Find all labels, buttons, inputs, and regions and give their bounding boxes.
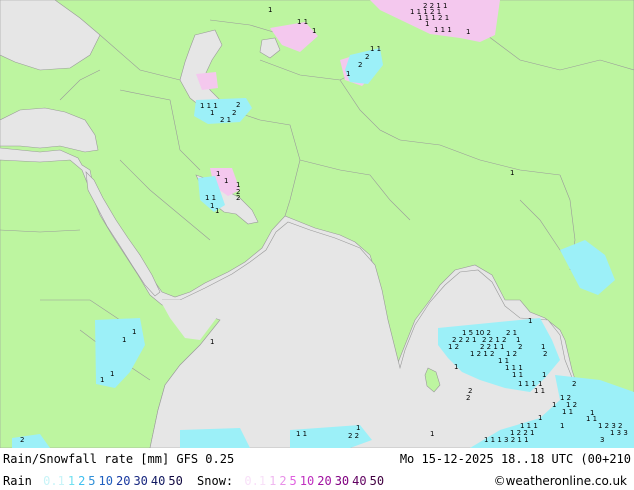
precip-value-label: 1 <box>210 202 214 210</box>
precip-value-label: 1 1 1 <box>200 102 218 110</box>
precip-value-label: 1 <box>100 376 104 384</box>
precip-value-label: 1 1 1 <box>434 26 452 34</box>
precip-value-label: 1 1 <box>297 18 308 26</box>
rain-legend-value: 20 <box>115 474 131 488</box>
precip-value-label: 1 <box>356 424 360 432</box>
precip-value-label: 1 <box>425 20 429 28</box>
rain-legend-value: 40 <box>150 474 166 488</box>
precip-value-label: 1 <box>224 177 228 185</box>
rain-legend-values: 0.1 1 2 5 10 20 30 40 50 <box>43 474 186 488</box>
snow-legend-value: 50 <box>369 474 385 488</box>
rain-legend-value: 50 <box>168 474 183 488</box>
precip-value-label: 1 <box>542 371 546 379</box>
precip-value-label: 1 <box>528 317 532 325</box>
rain-legend-value: 2 <box>78 474 86 488</box>
snow-legend-value: 0.1 <box>244 474 267 488</box>
snow-legend-value: 2 <box>279 474 287 488</box>
precip-value-label: 3 <box>600 436 604 444</box>
precip-value-label: 1 <box>312 27 316 35</box>
precip-value-label: 1 <box>552 401 556 409</box>
precip-value-label: 2 <box>365 53 369 61</box>
rain-legend-value: 30 <box>133 474 148 488</box>
precip-value-label: 1 1 <box>586 415 597 423</box>
precip-value-label: 1 <box>216 170 220 178</box>
rain-legend-value: 1 <box>67 474 76 488</box>
precip-value-label: 1 <box>110 370 114 378</box>
precip-value-label: 1 1 1 2 1 <box>418 14 449 22</box>
precip-value-label: 1 <box>210 109 214 117</box>
precip-value-label: 1 <box>430 430 434 438</box>
precip-value-label: 2 <box>20 436 24 444</box>
precip-value-label: 1 3 3 <box>610 429 628 437</box>
precip-value-label: 1 1 <box>205 194 216 202</box>
precip-value-label: 1 <box>560 422 564 430</box>
precip-value-label: 1 2 1 2 <box>470 350 495 358</box>
precip-value-label: 1 <box>215 207 219 215</box>
precip-value-label: 1 <box>210 338 214 346</box>
weather-map: 11 112 2 1 11 1 1 2 11 1 1 2 111 1 111 1… <box>0 0 634 448</box>
credit-link[interactable]: ©weatheronline.co.uk <box>494 474 627 488</box>
precip-value-label: 2 2 <box>348 432 359 440</box>
map-canvas: 11 112 2 1 11 1 1 2 11 1 1 2 111 1 1 11 1… <box>0 0 634 448</box>
precip-value-label: 1 <box>346 70 350 78</box>
precip-value-label: 1 1 <box>296 430 307 438</box>
precip-value-label: 1 <box>268 6 272 14</box>
precip-value-label: 1 1 <box>370 45 381 53</box>
precip-value-label: 1 <box>454 363 458 371</box>
precip-value-label: 2 <box>232 109 236 117</box>
precip-value-label: 1 1 <box>562 408 573 416</box>
snow-legend-label: Snow: <box>197 474 234 488</box>
rain-legend-value: 10 <box>98 474 113 488</box>
snow-legend-value: 20 <box>317 474 332 488</box>
legend: Rain 0.1 1 2 5 10 20 30 40 50 Snow: 0.1 1 2 5 10 20 30… <box>3 474 391 488</box>
legend-row: Rain 0.1 1 2 5 10 20 30 40 50 Snow: 0.1 1 2 5 10 20 30… <box>3 474 631 488</box>
map-datetime: Mo 15-12-2025 18..18 UTC (00+210 <box>399 452 631 466</box>
rain-legend-value: 0.1 <box>43 474 65 488</box>
precip-value-label: 1 1 1 3 2 1 1 <box>484 436 529 444</box>
precip-value-label: 1 <box>538 414 542 422</box>
snow-legend-value: 10 <box>299 474 315 488</box>
snow-legend-value: 5 <box>289 474 297 488</box>
snow-legend-value: 30 <box>334 474 350 488</box>
precip-value-label: 2 1 <box>220 116 231 124</box>
precip-value-label: 2 <box>518 343 522 351</box>
snow-legend-value: 1 <box>269 474 277 488</box>
precip-value-label: 1 <box>132 328 136 336</box>
precip-value-label: 1 1 <box>512 371 523 379</box>
snow-legend-values: 0.1 1 2 5 10 20 30 40 50 <box>244 474 387 488</box>
rain-legend-value: 5 <box>88 474 96 488</box>
precip-value-label: 1 1 <box>534 387 545 395</box>
precip-value-label: 2 <box>236 194 240 202</box>
precip-value-label: 1 <box>466 28 470 36</box>
precip-value-label: 2 <box>236 101 240 109</box>
precip-value-label: 2 <box>466 394 470 402</box>
map-footer: Rain/Snowfall rate [mm] GFS 0.25 Mo 15-1… <box>0 448 634 490</box>
precip-value-label: 1 <box>510 169 514 177</box>
precip-value-label: 2 <box>572 380 576 388</box>
precip-value-label: 1 2 <box>448 343 459 351</box>
rain-legend-label: Rain <box>3 474 32 488</box>
snow-legend-value: 40 <box>352 474 367 488</box>
precip-value-label: 1 <box>122 336 126 344</box>
precip-value-label: 2 <box>543 350 547 358</box>
map-title: Rain/Snowfall rate [mm] GFS 0.25 <box>3 452 235 466</box>
precip-value-label: 2 <box>358 61 362 69</box>
